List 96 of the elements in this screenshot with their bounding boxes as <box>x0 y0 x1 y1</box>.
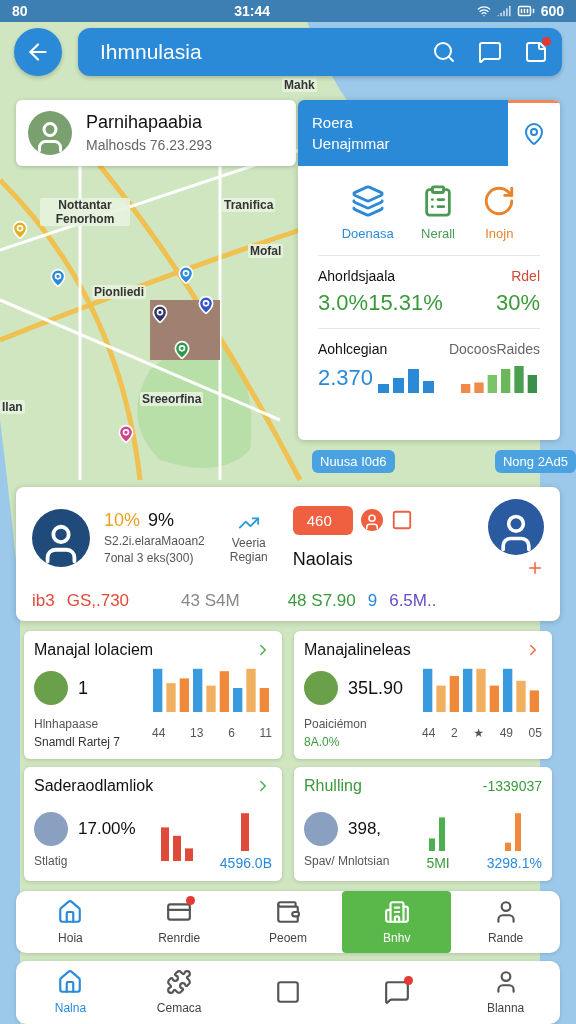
percent-value: 9% <box>148 510 175 532</box>
card-value: 3298.1% <box>486 855 542 872</box>
photo-placeholder <box>304 812 338 847</box>
stat-value: 9 <box>367 591 378 612</box>
stat-value: ib3 <box>32 591 55 612</box>
signal-icon <box>496 3 511 18</box>
chart-label: DocoosRaides <box>448 340 540 357</box>
map-label: Tranifica <box>222 198 276 212</box>
summary-text: S2.2i.elaraMaoan2 <box>104 534 205 549</box>
search-icon[interactable] <box>432 39 456 64</box>
nav-tab[interactable]: Blanna <box>451 960 560 1024</box>
axis-label: 13 <box>190 726 204 741</box>
card-value: 1 <box>78 677 88 699</box>
photo-placeholder <box>34 671 68 706</box>
photo-placeholder <box>304 671 338 706</box>
axis-label: 6 <box>228 726 235 741</box>
axis-label: 49 <box>499 726 513 741</box>
profile-detail: Malhosds 76.23.293 <box>86 137 213 154</box>
axis-label: 11 <box>259 726 272 741</box>
layers-icon <box>350 183 385 218</box>
home-icon <box>57 899 84 926</box>
nav-tab[interactable]: Nalna <box>16 960 125 1024</box>
chart-value: 2.370 <box>318 364 374 391</box>
map-pin-icon[interactable] <box>196 295 216 315</box>
map-pin-icon[interactable] <box>150 304 170 324</box>
nav-tab[interactable]: Cemaca <box>124 960 234 1024</box>
status-text: 80 <box>12 2 28 19</box>
note-icon[interactable] <box>524 39 548 64</box>
card-label: Stlatig <box>34 854 69 869</box>
chart-label: Aohlcegian <box>318 340 388 357</box>
card-label: Poaiciémon <box>304 717 367 732</box>
stat-value: 48 S7.90 <box>287 591 356 612</box>
square-icon <box>275 979 301 1006</box>
summary-text: 7onal 3 eks(300) <box>104 551 195 566</box>
axis-label: ★ <box>473 726 485 741</box>
home-icon <box>57 969 84 996</box>
card-title: Manajal lolaciem <box>34 641 154 660</box>
action-button[interactable]: Nerall <box>421 183 455 241</box>
panel-title: Roera <box>312 113 354 131</box>
panel-subtitle: Uenajmmar <box>312 134 391 152</box>
map-label: Mahk <box>282 78 317 92</box>
nav-tab[interactable]: Peoem <box>233 891 343 953</box>
highlight-value: 10% <box>104 510 141 532</box>
card-title: Manajalineleas <box>304 641 411 660</box>
avatar-icon <box>32 508 90 567</box>
card-subtext: Snamdl Rartej 7 <box>34 735 121 750</box>
map-tag: Nuusa I0d6 <box>312 449 395 473</box>
card-value: 4596.0B <box>219 855 272 872</box>
map-label: Sreeorfina <box>140 392 204 406</box>
stat-value: 3.0%15.31% <box>318 289 443 316</box>
battery-text: 600 <box>540 2 564 19</box>
stat-value: 6.5M.. <box>389 591 437 612</box>
map-label: Nottantar Fenorhom <box>40 198 130 226</box>
stat-label: Ahorldsjaala <box>318 267 396 284</box>
axis-label: 05 <box>528 726 542 741</box>
axis-label: 44 <box>422 726 436 741</box>
stat-value: 43 S4M <box>181 591 240 612</box>
building-icon <box>383 899 410 926</box>
card-label: Spav/ Mnlotsian <box>304 854 390 869</box>
card-subtext: 8A.0% <box>304 735 341 750</box>
card-value: 17.00% <box>78 819 136 840</box>
card-value: 5MI <box>426 855 450 872</box>
app-title: Ihmnulasia <box>100 39 203 64</box>
profile-name: Parnihapaabia <box>86 112 204 134</box>
avatar-icon <box>28 110 72 155</box>
action-button[interactable]: Doenasa <box>341 183 394 241</box>
stat-value: 30% <box>495 289 540 316</box>
stat-label: Rdel <box>511 267 540 284</box>
user-icon <box>360 509 383 532</box>
card-label: Hlnhapaase <box>34 717 100 732</box>
count-badge: 460 <box>292 505 353 535</box>
avatar-icon <box>488 498 544 555</box>
status-time: 31:44 <box>234 2 270 19</box>
stat-value: GS,.730 <box>66 591 130 612</box>
photo-placeholder <box>34 812 68 847</box>
map-label: Pionliedi <box>92 285 146 299</box>
square-icon[interactable] <box>390 509 413 532</box>
map-label: Mofal <box>248 244 284 258</box>
card-value: 398, <box>348 819 382 840</box>
wifi-icon <box>476 3 491 18</box>
card-value: 35L.90 <box>348 677 404 699</box>
map-label: Ilan <box>0 400 25 414</box>
chat-icon <box>383 979 410 1006</box>
card-value: -1339037 <box>482 778 542 795</box>
nav-tab[interactable]: Renrdie <box>124 891 234 953</box>
puzzle-icon <box>166 969 193 996</box>
nav-tab[interactable]: Hoia <box>16 891 125 953</box>
axis-label: 44 <box>152 726 166 741</box>
region-label: Veeria Regian <box>228 535 269 564</box>
chat-icon[interactable] <box>478 39 502 64</box>
card-title: Rhulling <box>304 777 362 796</box>
nav-tab[interactable]: Rande <box>451 891 560 953</box>
axis-label: 2 <box>450 726 458 741</box>
card-title: Saderaodlamliok <box>34 777 154 796</box>
summary-name: Naolais <box>292 548 354 570</box>
wallet-icon <box>275 899 301 926</box>
